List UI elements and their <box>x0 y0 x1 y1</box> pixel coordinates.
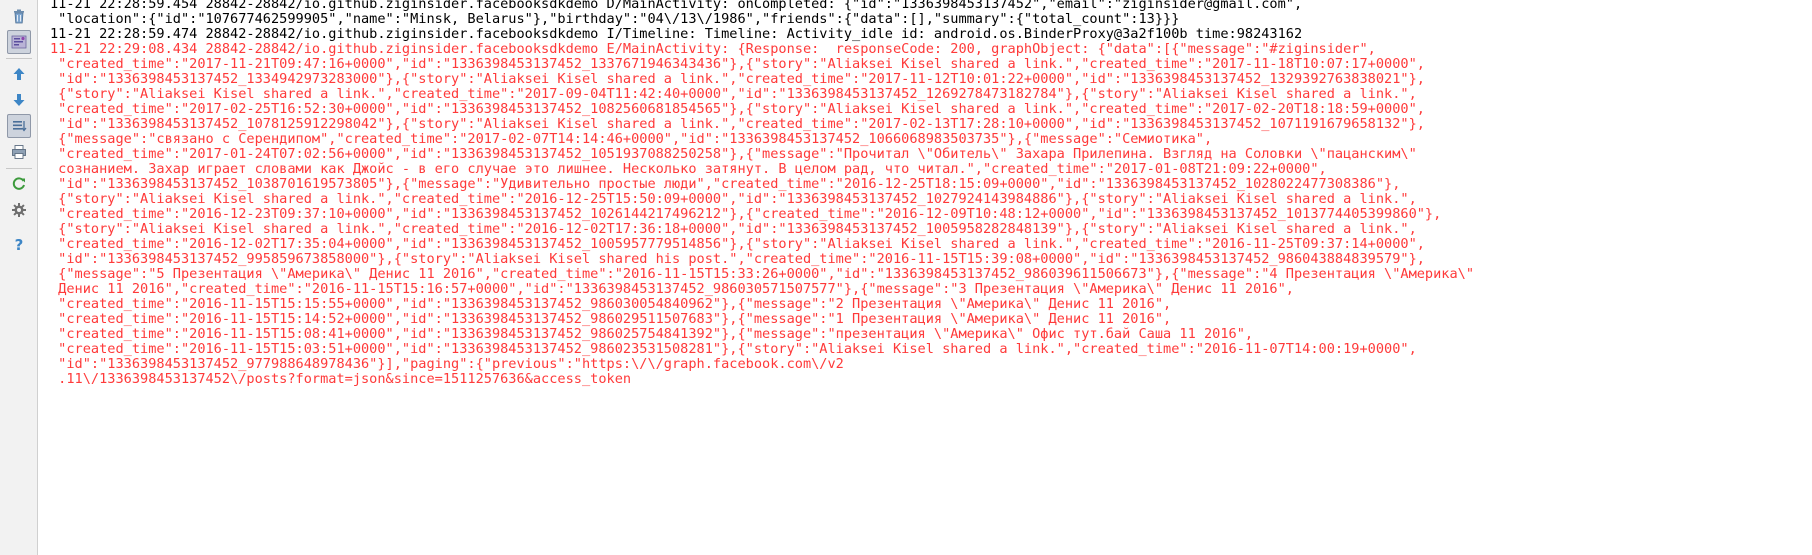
next-occurrence-button[interactable] <box>7 88 31 112</box>
scroll-to-end-button[interactable] <box>7 114 31 138</box>
logcat-toolbar: ? <box>0 0 38 555</box>
previous-occurrence-button[interactable] <box>7 62 31 86</box>
arrow-up-icon <box>11 66 27 82</box>
trash-icon <box>11 8 27 24</box>
log-line: .11\/1336398453137452\/posts?format=json… <box>50 371 632 387</box>
toolbar-separator <box>6 168 32 169</box>
restart-button[interactable] <box>7 172 31 196</box>
clear-log-button[interactable] <box>7 4 31 28</box>
soft-wrap-icon <box>11 34 27 50</box>
soft-wraps-button[interactable] <box>7 30 31 54</box>
scroll-to-end-icon <box>11 118 27 134</box>
settings-button[interactable] <box>7 198 31 222</box>
logcat-output[interactable]: 11-21 22:28:59.454 28842-28842/io.github… <box>50 0 1812 555</box>
help-button[interactable]: ? <box>7 232 31 256</box>
print-button[interactable] <box>7 140 31 164</box>
svg-text:?: ? <box>15 236 24 252</box>
help-icon: ? <box>11 236 27 252</box>
printer-icon <box>11 144 27 160</box>
toolbar-separator <box>6 58 32 59</box>
arrow-down-icon <box>11 92 27 108</box>
gear-icon <box>11 202 27 218</box>
restart-icon <box>11 176 27 192</box>
logcat-window: ? 11-21 22:28:59.454 28842-28842/io.gith… <box>0 0 1812 555</box>
